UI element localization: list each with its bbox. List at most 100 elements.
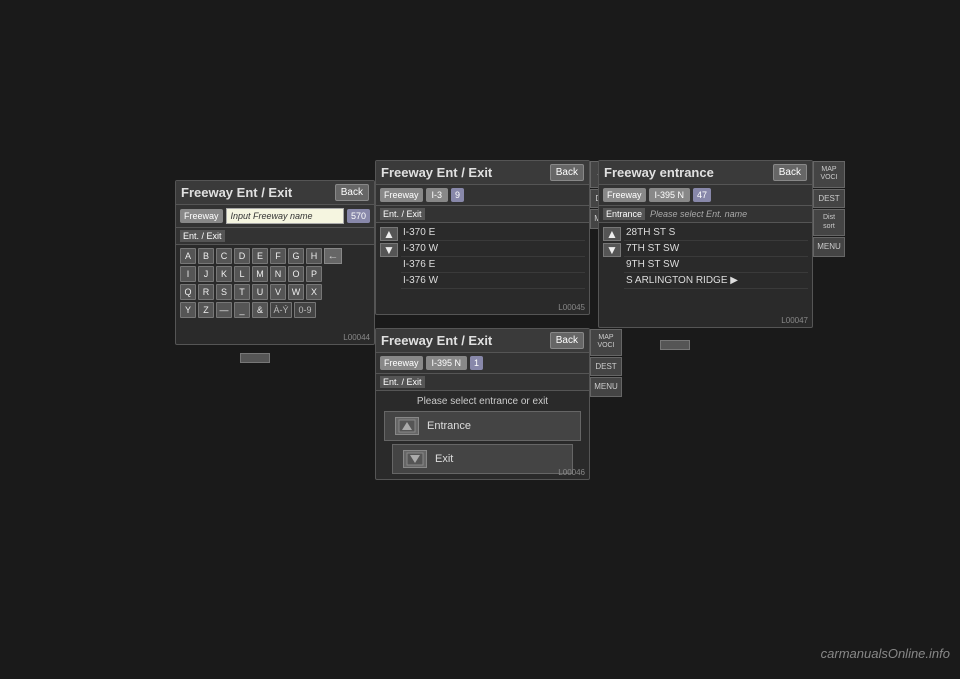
screen1-tab-ent-exit[interactable]: Ent. / Exit xyxy=(180,230,225,242)
entrance-icon xyxy=(395,417,419,435)
screen2-title: Freeway Ent / Exit xyxy=(381,165,492,180)
key-G[interactable]: G xyxy=(288,248,304,264)
key-I[interactable]: I xyxy=(180,266,196,282)
screen2-freeway-list: Freeway Ent / Exit Back Freeway I-3 9 En… xyxy=(375,160,590,315)
key-Z[interactable]: Z xyxy=(198,302,214,318)
screen3-exit-button[interactable]: Exit xyxy=(392,444,573,474)
screen2-scroll-up[interactable]: ▲ xyxy=(380,227,398,241)
list-item[interactable]: I-376 W xyxy=(401,273,585,289)
keyboard-row-2: I J K L M N O P xyxy=(180,266,370,282)
screen1-count: 570 xyxy=(347,209,370,223)
key-S[interactable]: S xyxy=(216,284,232,300)
key-K[interactable]: K xyxy=(216,266,232,282)
key-C[interactable]: C xyxy=(216,248,232,264)
screen2-back-button[interactable]: Back xyxy=(550,164,584,181)
screen4-menu-button[interactable]: MENU xyxy=(813,237,845,257)
list-item-text: 9TH ST SW xyxy=(626,259,806,270)
key-numbers[interactable]: 0-9 xyxy=(294,302,316,318)
screen4-entrance-list: Freeway entrance Back Freeway I-395 N 47… xyxy=(598,160,813,328)
list-item[interactable]: S ARLINGTON RIDGE ▶ xyxy=(624,273,808,289)
screen2-tab[interactable]: Ent. / Exit xyxy=(380,208,425,220)
key-V[interactable]: V xyxy=(270,284,286,300)
screen1-input-field[interactable]: Input Freeway name xyxy=(226,208,344,224)
key-R[interactable]: R xyxy=(198,284,214,300)
screen3-freeway-label: Freeway xyxy=(380,356,423,370)
key-dash[interactable]: — xyxy=(216,302,232,318)
list-item-text: I-376 W xyxy=(403,275,583,286)
screen2-input-row: Freeway I-3 9 xyxy=(376,185,589,206)
key-A[interactable]: A xyxy=(180,248,196,264)
key-X[interactable]: X xyxy=(306,284,322,300)
screen1-back-button[interactable]: Back xyxy=(335,184,369,201)
screen4-back-button[interactable]: Back xyxy=(773,164,807,181)
key-Q[interactable]: Q xyxy=(180,284,196,300)
screen4-scroll-up[interactable]: ▲ xyxy=(603,227,621,241)
screen2-list: ▲ ▼ I-370 E I-370 W I-376 E I-376 W xyxy=(376,223,589,291)
list-item-text: I-376 E xyxy=(403,259,583,270)
screen3-menu-button[interactable]: MENU xyxy=(590,377,622,397)
screen4-map-button[interactable]: MAPVOCI xyxy=(813,161,845,188)
key-accents[interactable]: À-Ý xyxy=(270,302,292,318)
screen1-freeway-label: Freeway xyxy=(180,209,223,223)
key-M[interactable]: M xyxy=(252,266,268,282)
screen2-freeway-label: Freeway xyxy=(380,188,423,202)
list-item[interactable]: I-370 E xyxy=(401,225,585,241)
list-item-text: S ARLINGTON RIDGE ▶ xyxy=(626,275,806,286)
key-H[interactable]: H xyxy=(306,248,322,264)
exit-label: Exit xyxy=(435,453,453,465)
screen4-title: Freeway entrance xyxy=(604,165,714,180)
key-backspace[interactable]: ← xyxy=(324,248,342,264)
screen4-list: ▲ ▼ 28TH ST S 7TH ST SW 9TH ST SW S ARLI… xyxy=(599,223,812,291)
screen2-freeway-value: I-3 xyxy=(426,188,449,202)
screen3-code: L00046 xyxy=(558,468,585,477)
key-ampersand[interactable]: & xyxy=(252,302,268,318)
screen1-keyboard: Freeway Ent / Exit Back Freeway Input Fr… xyxy=(175,180,375,345)
key-B[interactable]: B xyxy=(198,248,214,264)
screen3-entrance-button[interactable]: Entrance xyxy=(384,411,581,441)
watermark: carmanualsOnline.info xyxy=(821,646,950,661)
list-item[interactable]: I-370 W xyxy=(401,241,585,257)
screen3-tab-row: Ent. / Exit xyxy=(376,374,589,391)
list-item[interactable]: 9TH ST SW xyxy=(624,257,808,273)
list-item-text: I-370 E xyxy=(403,227,583,238)
screen3-select: Freeway Ent / Exit Back Freeway I-395 N … xyxy=(375,328,590,480)
screen4-scroll-down[interactable]: ▼ xyxy=(603,243,621,257)
key-P[interactable]: P xyxy=(306,266,322,282)
list-item[interactable]: 28TH ST S xyxy=(624,225,808,241)
key-Y[interactable]: Y xyxy=(180,302,196,318)
screen2-titlebar: Freeway Ent / Exit Back xyxy=(376,161,589,185)
screen2-scroll-down[interactable]: ▼ xyxy=(380,243,398,257)
list-item[interactable]: 7TH ST SW xyxy=(624,241,808,257)
screen1-titlebar: Freeway Ent / Exit Back xyxy=(176,181,374,205)
keyboard-row-4: Y Z — _ & À-Ý 0-9 xyxy=(180,302,370,318)
list-item[interactable]: I-376 E xyxy=(401,257,585,273)
screen3-map-button[interactable]: MAPVOCI xyxy=(590,329,622,356)
key-N[interactable]: N xyxy=(270,266,286,282)
screen4-code: L00047 xyxy=(781,316,808,325)
screen3-title: Freeway Ent / Exit xyxy=(381,333,492,348)
key-J[interactable]: J xyxy=(198,266,214,282)
key-F[interactable]: F xyxy=(270,248,286,264)
screen3-dest-button[interactable]: DEST xyxy=(590,357,622,377)
key-E[interactable]: E xyxy=(252,248,268,264)
screen3-back-button[interactable]: Back xyxy=(550,332,584,349)
key-D[interactable]: D xyxy=(234,248,250,264)
screen4-dist-button[interactable]: Distsort xyxy=(813,209,845,236)
screen4-dest-button[interactable]: DEST xyxy=(813,189,845,209)
list-item-text: I-370 W xyxy=(403,243,583,254)
screen4-list-header: Please select Ent. name xyxy=(647,208,750,220)
screen4-count: 47 xyxy=(693,188,711,202)
keyboard-row-3: Q R S T U V W X xyxy=(180,284,370,300)
key-O[interactable]: O xyxy=(288,266,304,282)
key-U[interactable]: U xyxy=(252,284,268,300)
key-T[interactable]: T xyxy=(234,284,250,300)
key-L[interactable]: L xyxy=(234,266,250,282)
screen4-tab-row: Entrance Please select Ent. name xyxy=(599,206,812,223)
screen4-indicator xyxy=(660,340,690,350)
key-underscore[interactable]: _ xyxy=(234,302,250,318)
screen1-input-row: Freeway Input Freeway name 570 xyxy=(176,205,374,228)
screen3-tab[interactable]: Ent. / Exit xyxy=(380,376,425,388)
screen1-tab-row: Ent. / Exit xyxy=(176,228,374,245)
key-W[interactable]: W xyxy=(288,284,304,300)
screen4-tab[interactable]: Entrance xyxy=(603,208,645,220)
